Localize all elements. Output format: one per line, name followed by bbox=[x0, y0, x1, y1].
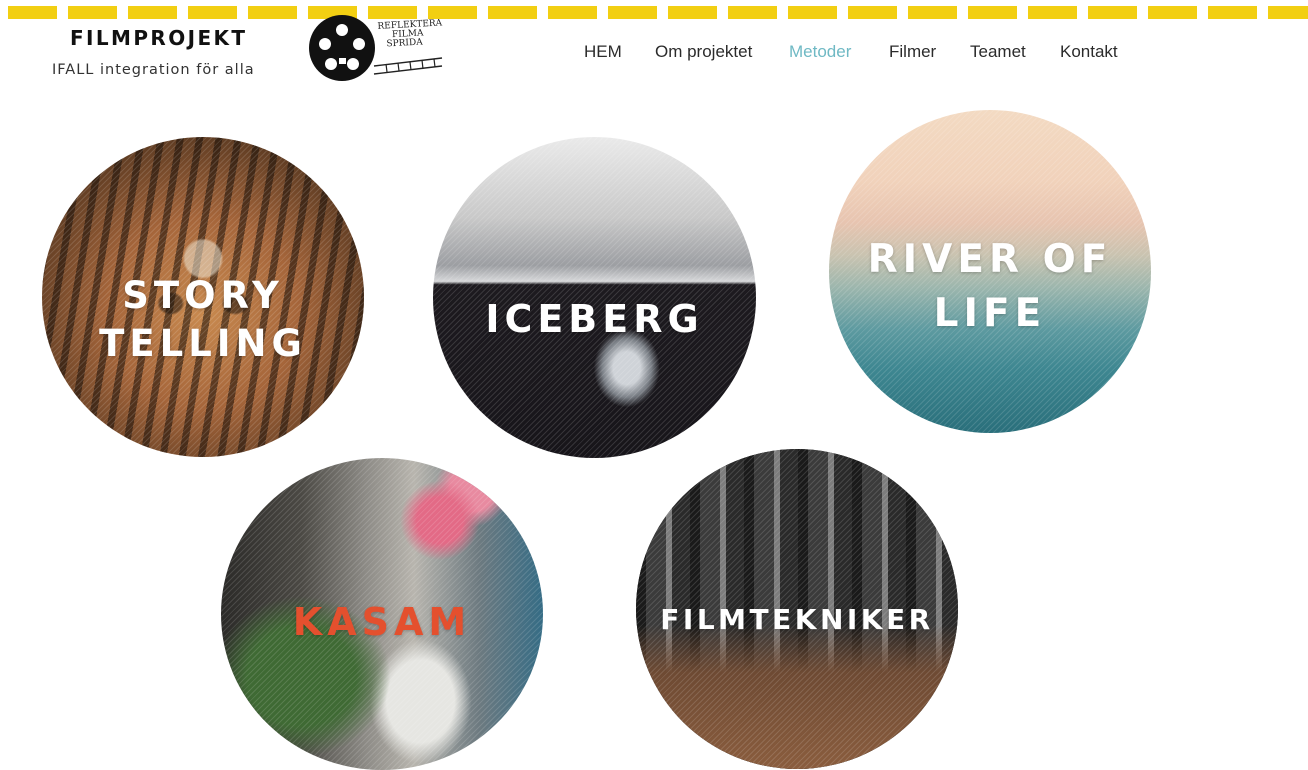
dash-segment bbox=[188, 6, 237, 19]
dash-segment bbox=[8, 6, 57, 19]
method-tile-kasam[interactable]: KASAM bbox=[221, 458, 543, 770]
nav-item-hem[interactable]: HEM bbox=[584, 42, 622, 62]
nav-item-filmer[interactable]: Filmer bbox=[889, 42, 936, 62]
tile-label-kasam: KASAM bbox=[292, 600, 472, 644]
nav-item-teamet[interactable]: Teamet bbox=[970, 42, 1026, 62]
dash-segment bbox=[788, 6, 837, 19]
dash-segment bbox=[1208, 6, 1257, 19]
dash-segment bbox=[668, 6, 717, 19]
nav-item-metoder[interactable]: Metoder bbox=[789, 42, 851, 62]
nav-item-kontakt[interactable]: Kontakt bbox=[1060, 42, 1118, 62]
method-tile-filmtekniker[interactable]: FILMTEKNIKER bbox=[636, 449, 958, 769]
tile-label-filmtekniker: FILMTEKNIKER bbox=[660, 603, 934, 636]
method-tile-storytelling[interactable]: STORY TELLING bbox=[42, 137, 364, 457]
site-title[interactable]: FILMPROJEKT bbox=[70, 26, 247, 50]
dash-segment bbox=[1148, 6, 1197, 19]
method-tile-iceberg[interactable]: ICEBERG bbox=[433, 137, 756, 458]
tile-label-river-of-life: RIVER OF LIFE bbox=[867, 237, 1113, 336]
dash-segment bbox=[548, 6, 597, 19]
top-dashed-border bbox=[0, 6, 1308, 19]
dash-segment bbox=[128, 6, 177, 19]
dash-segment bbox=[1268, 6, 1308, 19]
logo-wordmark: REFLEKTERA FILMA SPRIDA bbox=[377, 18, 448, 50]
method-tile-river-of-life[interactable]: RIVER OF LIFE bbox=[829, 110, 1151, 433]
dash-segment bbox=[968, 6, 1017, 19]
dash-segment bbox=[608, 6, 657, 19]
dash-segment bbox=[908, 6, 957, 19]
dash-segment bbox=[728, 6, 777, 19]
tile-label-storytelling: STORY TELLING bbox=[99, 274, 307, 365]
dash-segment bbox=[1088, 6, 1137, 19]
dash-segment bbox=[68, 6, 117, 19]
dash-segment bbox=[488, 6, 537, 19]
dash-segment bbox=[1028, 6, 1077, 19]
site-tagline: IFALL integration för alla bbox=[52, 62, 255, 78]
dash-segment bbox=[248, 6, 297, 19]
dash-segment bbox=[848, 6, 897, 19]
nav-item-om-projektet[interactable]: Om projektet bbox=[655, 42, 752, 62]
tile-label-iceberg: ICEBERG bbox=[485, 297, 704, 341]
